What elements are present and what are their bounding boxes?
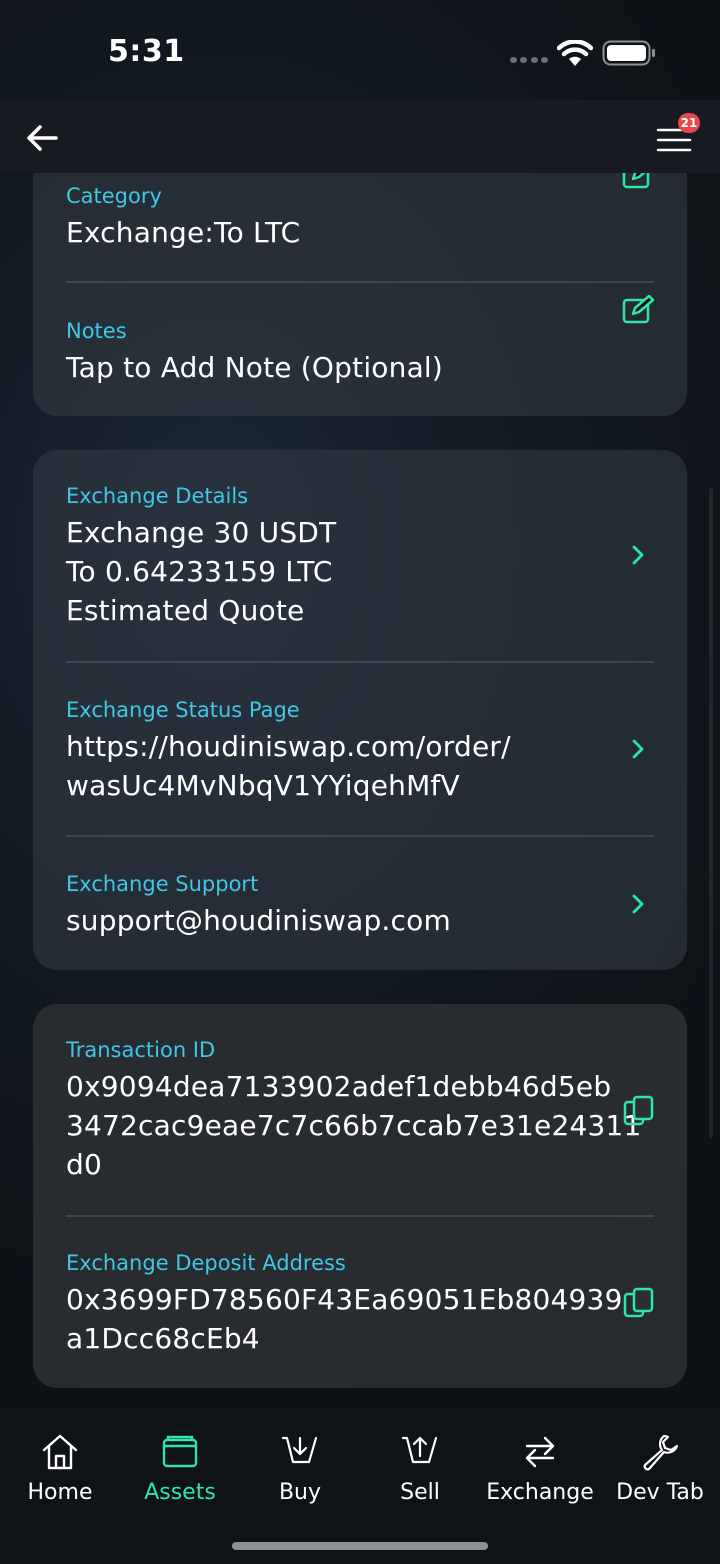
transaction-card: Transaction ID 0x9094dea7133902adef1debb… (33, 1004, 687, 1388)
deposit-address-label: Exchange Deposit Address (66, 1251, 346, 1275)
notification-badge: 21 (678, 113, 700, 133)
tab-buy[interactable]: Buy (240, 1428, 360, 1518)
tab-home[interactable]: Home (0, 1428, 120, 1518)
home-icon (42, 1434, 78, 1470)
exchange-arrows-icon (525, 1436, 555, 1468)
chevron-right-icon[interactable] (628, 543, 648, 567)
category-value: Exchange:To LTC (66, 216, 301, 249)
transaction-id-line: d0 (66, 1148, 102, 1181)
cellular-signal-icon (510, 57, 548, 63)
tab-buy-label: Buy (278, 1480, 322, 1505)
tab-exchange[interactable]: Exchange (480, 1428, 600, 1518)
exchange-details-line: To 0.64233159 LTC (66, 555, 333, 588)
exchange-support-row[interactable]: Exchange Support support@houdiniswap.com (66, 871, 654, 940)
deposit-address-row: Exchange Deposit Address 0x3699FD78560F4… (66, 1250, 654, 1358)
category-row[interactable]: Category Exchange:To LTC (66, 183, 654, 252)
navigation-bar (0, 100, 720, 173)
transaction-id-label: Transaction ID (66, 1038, 216, 1062)
category-notes-card: Category Exchange:To LTC Notes Tap to Ad… (33, 173, 687, 416)
wifi-icon (557, 40, 593, 66)
deposit-address-value: 0x3699FD78560F43Ea69051Eb804939 a1Dcc68c… (66, 1280, 654, 1358)
exchange-details-label: Exchange Details (66, 484, 249, 508)
notes-value: Tap to Add Note (Optional) (66, 351, 444, 384)
notes-row[interactable]: Notes Tap to Add Note (Optional) (66, 318, 654, 387)
exchange-info-card: Exchange Details Exchange 30 USDT To 0.6… (33, 450, 687, 970)
edit-category-icon[interactable] (621, 173, 657, 191)
battery-icon (602, 40, 655, 66)
exchange-details-line: Exchange 30 USDT (66, 516, 337, 549)
chevron-right-icon[interactable] (628, 892, 648, 916)
transaction-id-row: Transaction ID 0x9094dea7133902adef1debb… (66, 1037, 654, 1184)
tab-dev[interactable]: Dev Tab (600, 1428, 720, 1518)
deposit-address-line: a1Dcc68cEb4 (66, 1322, 260, 1355)
tab-sell[interactable]: Sell (360, 1428, 480, 1518)
transaction-id-line: 0x9094dea7133902adef1debb46d5eb (66, 1070, 612, 1103)
edit-notes-icon[interactable] (621, 294, 657, 326)
wallet-icon (162, 1435, 198, 1468)
bottom-tab-bar: Home Assets Buy Sell Exchange Dev Tab (0, 1408, 720, 1564)
exchange-status-url-line: https://houdiniswap.com/order/ (66, 730, 511, 763)
tab-assets-label: Assets (144, 1480, 216, 1505)
chevron-right-icon[interactable] (628, 737, 648, 761)
tab-assets[interactable]: Assets (120, 1428, 240, 1518)
exchange-support-label: Exchange Support (66, 872, 259, 896)
transaction-id-line: 3472cac9eae7c7c66b7ccab7e31e24311 (66, 1109, 642, 1142)
deposit-address-line: 0x3699FD78560F43Ea69051Eb804939 (66, 1283, 623, 1316)
category-label: Category (66, 184, 162, 208)
home-indicator[interactable] (232, 1542, 488, 1550)
status-time: 5:31 (108, 34, 185, 69)
exchange-details-value: Exchange 30 USDT To 0.64233159 LTC Estim… (66, 513, 654, 630)
transaction-details-scroll[interactable]: Category Exchange:To LTC Notes Tap to Ad… (0, 173, 720, 1408)
sell-icon (401, 1436, 438, 1464)
exchange-support-email: support@houdiniswap.com (66, 904, 451, 937)
divider (66, 1215, 654, 1217)
exchange-details-row[interactable]: Exchange Details Exchange 30 USDT To 0.6… (66, 483, 654, 630)
exchange-status-row[interactable]: Exchange Status Page https://houdiniswap… (66, 697, 654, 805)
copy-transaction-id-icon[interactable] (621, 1093, 657, 1129)
divider (66, 661, 654, 663)
buy-icon (281, 1436, 318, 1464)
notes-label: Notes (66, 319, 127, 343)
exchange-details-line: Estimated Quote (66, 594, 305, 627)
divider (66, 835, 654, 837)
tab-sell-label: Sell (400, 1480, 440, 1505)
exchange-status-label: Exchange Status Page (66, 698, 300, 722)
exchange-status-url: https://houdiniswap.com/order/ wasUc4MvN… (66, 727, 654, 805)
scroll-indicator[interactable] (709, 488, 713, 1138)
tab-home-label: Home (27, 1480, 93, 1505)
divider (66, 281, 654, 283)
wrench-icon (643, 1434, 679, 1471)
transaction-id-value: 0x9094dea7133902adef1debb46d5eb 3472cac9… (66, 1067, 654, 1184)
back-arrow-icon[interactable] (24, 120, 60, 156)
tab-exchange-label: Exchange (486, 1480, 594, 1505)
status-bar: 5:31 (0, 0, 720, 100)
exchange-status-url-line: wasUc4MvNbqV1YYiqehMfV (66, 769, 460, 802)
tab-dev-label: Dev Tab (616, 1480, 704, 1505)
copy-deposit-address-icon[interactable] (621, 1285, 657, 1321)
